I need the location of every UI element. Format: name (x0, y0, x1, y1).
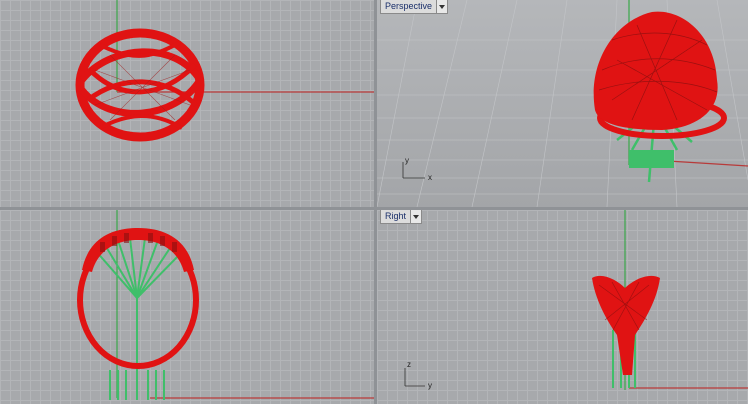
perspective-view-scene (377, 0, 748, 207)
ring-model-right[interactable] (592, 275, 660, 388)
viewport-label: Perspective (385, 1, 433, 11)
chevron-down-icon[interactable] (410, 210, 422, 223)
axis-label-horizontal: x (428, 173, 432, 182)
viewport-perspective[interactable]: Perspective y x (377, 0, 748, 207)
front-view-scene (77, 210, 374, 400)
right-view-scene (404, 210, 748, 390)
chevron-down-icon[interactable] (436, 0, 448, 13)
axis-label-vertical: z (407, 360, 411, 369)
viewport-top[interactable] (0, 0, 374, 207)
top-view-scene (75, 0, 374, 142)
viewport-tab-right[interactable]: Right (380, 210, 423, 224)
viewport-front[interactable] (0, 210, 374, 404)
axis-label-horizontal: y (428, 381, 432, 390)
viewport-right[interactable]: Right z y (377, 210, 748, 404)
axis-label-vertical: y (405, 156, 409, 165)
viewport-label: Right (385, 211, 407, 221)
viewport-tab-perspective[interactable]: Perspective (380, 0, 449, 14)
ring-model-front[interactable] (77, 228, 199, 400)
